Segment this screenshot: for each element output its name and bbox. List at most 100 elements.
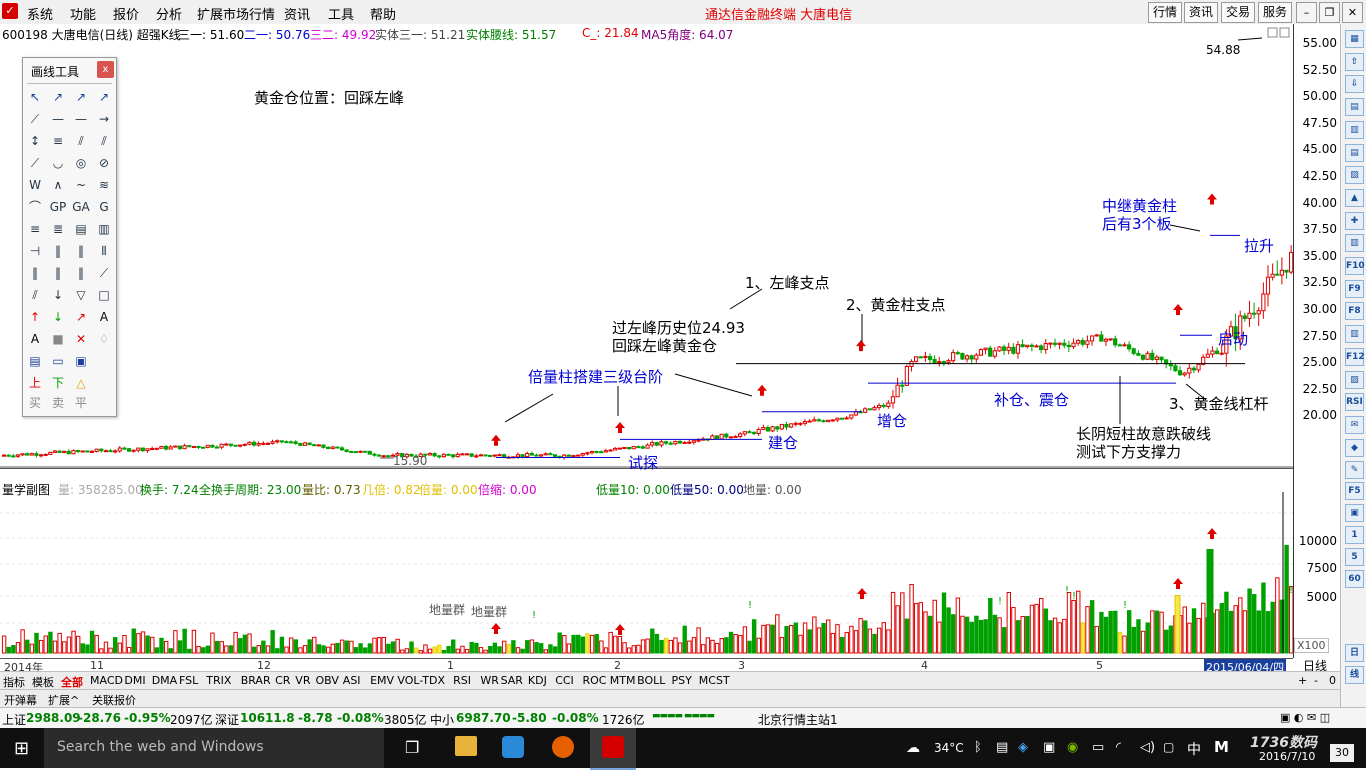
drawing-tool-icon[interactable]: 下 bbox=[49, 374, 67, 392]
toolbar-icon[interactable]: ▥ bbox=[1345, 325, 1364, 344]
drawing-tool-icon[interactable]: ≡ bbox=[26, 220, 44, 238]
windows-start-icon[interactable]: ⊞ bbox=[14, 738, 29, 759]
indicator-tab-vol-tdx[interactable]: VOL-TDX bbox=[397, 674, 445, 687]
drawing-tool-icon[interactable]: — bbox=[49, 110, 67, 128]
toolbar-icon[interactable]: RSI bbox=[1345, 393, 1364, 412]
toolbar-icon[interactable]: ⇩ bbox=[1345, 75, 1364, 94]
drawing-tool-icon[interactable]: ⫽ bbox=[26, 286, 44, 304]
drawing-tool-icon[interactable]: W bbox=[26, 176, 44, 194]
drawing-tool-icon[interactable]: ♢ bbox=[95, 330, 113, 348]
drawing-tool-icon[interactable]: — bbox=[72, 110, 90, 128]
indicator-tab-mtm[interactable]: MTM bbox=[610, 674, 636, 687]
daily-period-icon[interactable]: 线 bbox=[1345, 666, 1364, 684]
menu-help[interactable]: 帮助 bbox=[370, 4, 396, 23]
indicator-tab-指标[interactable]: 指标 bbox=[3, 674, 25, 690]
toolbar-icon[interactable]: ◆ bbox=[1345, 438, 1364, 457]
indicator-tab-模板[interactable]: 模板 bbox=[32, 674, 54, 690]
drawing-tool-icon[interactable]: ‖ bbox=[26, 264, 44, 282]
drawing-tool-icon[interactable]: ⊘ bbox=[95, 154, 113, 172]
indicator-tab-trix[interactable]: TRIX bbox=[206, 674, 231, 687]
drawing-tool-icon[interactable]: 上 bbox=[26, 374, 44, 392]
status-icons[interactable]: ▣ ◐ ✉ ◫ bbox=[1280, 711, 1330, 724]
menu-extended-market[interactable]: 扩展市场行情 bbox=[197, 4, 275, 23]
trade-button[interactable]: 交易 bbox=[1221, 2, 1255, 23]
drawing-tool-icon[interactable]: ≣ bbox=[49, 220, 67, 238]
period-shortcut-icon[interactable]: 60 bbox=[1345, 570, 1364, 588]
menu-analysis[interactable]: 分析 bbox=[156, 4, 182, 23]
indicator-tab-dma[interactable]: DMA bbox=[152, 674, 178, 687]
drawing-tool-icon[interactable]: ‖ bbox=[49, 242, 67, 260]
drawing-tool-icon[interactable]: A bbox=[95, 308, 113, 326]
toolbar-icon[interactable]: ▥ bbox=[1345, 120, 1364, 139]
period-shortcut-icon[interactable]: F5 bbox=[1345, 482, 1364, 500]
toolbar-icon[interactable]: ✉ bbox=[1345, 415, 1364, 434]
drawing-tool-icon[interactable]: ◡ bbox=[49, 154, 67, 172]
flat-tool[interactable]: 平 bbox=[72, 394, 90, 412]
toolbar-icon[interactable]: ▤ bbox=[1345, 143, 1364, 162]
indicator-tab-sar[interactable]: SAR bbox=[501, 674, 523, 687]
indicator-zoom-button[interactable]: 0 bbox=[1329, 674, 1336, 687]
indicator-tab-brar[interactable]: BRAR bbox=[241, 674, 271, 687]
indicator-tab-asi[interactable]: ASI bbox=[343, 674, 361, 687]
period-shortcut-icon[interactable]: ▣ bbox=[1345, 504, 1364, 522]
volume-chart[interactable]: !!!!!!! 量学副图 量: 358285.00 换手: 7.24 全换手周期… bbox=[0, 478, 1293, 658]
drawing-tools-palette[interactable]: 画线工具 x ↖ ↗ ↗ ↗ ⟋ — — → ↕ ≡ ⫽ ⫽ ⟋ ◡ ◎ ⊘ W ∧ ~ ≋ ⌒ GP GA G ≡ ≣ ▤ ▥ ⊣ ‖ ‖… bbox=[22, 57, 117, 417]
toolbar-icon[interactable]: F10 bbox=[1345, 257, 1365, 275]
kline-canvas[interactable] bbox=[0, 24, 1293, 468]
drawing-tool-icon[interactable]: ▭ bbox=[49, 352, 67, 370]
app-logo-icon[interactable]: ✓ bbox=[2, 3, 18, 19]
drawing-tool-icon[interactable]: ▣ bbox=[72, 352, 90, 370]
drawing-tool-icon[interactable]: ⟋ bbox=[26, 110, 44, 128]
indicator-zoom-button[interactable]: + bbox=[1298, 674, 1307, 687]
news-button[interactable]: 资讯 bbox=[1184, 2, 1218, 23]
toolbar-icon[interactable]: ▦ bbox=[1345, 30, 1364, 48]
indicator-tab-wr[interactable]: WR bbox=[480, 674, 499, 687]
drawing-tool-icon[interactable]: ‖ bbox=[72, 242, 90, 260]
menu-system[interactable]: 系统 bbox=[27, 4, 53, 23]
drawing-tool-icon[interactable]: → bbox=[95, 110, 113, 128]
indicator-tab-emv[interactable]: EMV bbox=[370, 674, 394, 687]
toolbar-icon[interactable]: ⇧ bbox=[1345, 52, 1364, 71]
drawing-tool-icon[interactable]: □ bbox=[95, 286, 113, 304]
drawing-tool-icon[interactable]: ⟋ bbox=[95, 264, 113, 282]
tray-icon[interactable]: ▤ bbox=[996, 740, 1008, 755]
toolbar-icon[interactable]: ▨ bbox=[1345, 370, 1364, 389]
extend-tab[interactable]: 扩展^ bbox=[48, 692, 79, 708]
firefox-icon[interactable] bbox=[552, 736, 574, 758]
period-shortcut-icon[interactable]: 1 bbox=[1345, 526, 1364, 544]
app-icon[interactable] bbox=[502, 736, 524, 758]
indicator-tab-kdj[interactable]: KDJ bbox=[528, 674, 547, 687]
buy-tool[interactable]: 买 bbox=[26, 394, 44, 412]
volume-icon[interactable]: ◁) bbox=[1140, 740, 1155, 755]
menu-quote[interactable]: 报价 bbox=[113, 4, 139, 23]
indicator-tab-全部[interactable]: 全部 bbox=[61, 674, 83, 690]
weather-icon[interactable]: ☁ bbox=[906, 740, 920, 756]
toolbar-icon[interactable]: ✎ bbox=[1345, 461, 1364, 480]
ime-mode[interactable]: M bbox=[1214, 738, 1229, 756]
drawing-tool-icon[interactable]: GP bbox=[49, 198, 67, 216]
drawing-tool-icon[interactable]: ✕ bbox=[72, 330, 90, 348]
indicator-tab-vr[interactable]: VR bbox=[295, 674, 310, 687]
indicator-tab-obv[interactable]: OBV bbox=[316, 674, 339, 687]
drawing-tool-icon[interactable]: ⟋ bbox=[26, 154, 44, 172]
toolbar-icon[interactable]: F8 bbox=[1345, 302, 1364, 321]
notification-icon[interactable]: ▢ bbox=[1163, 740, 1174, 754]
toolbar-icon[interactable]: ▤ bbox=[1345, 98, 1364, 117]
drawing-tool-icon[interactable]: ∧ bbox=[49, 176, 67, 194]
menu-function[interactable]: 功能 bbox=[70, 4, 96, 23]
menu-news[interactable]: 资讯 bbox=[284, 4, 310, 23]
drawing-tool-icon[interactable]: ⊣ bbox=[26, 242, 44, 260]
drawing-tool-icon[interactable]: ⌒ bbox=[26, 198, 44, 216]
tray-app2-icon[interactable]: ▣ bbox=[1043, 740, 1055, 755]
nvidia-icon[interactable]: ◉ bbox=[1067, 740, 1078, 755]
danmu-tab[interactable]: 开弹幕 bbox=[4, 692, 37, 708]
daily-period-icon[interactable]: 日 bbox=[1345, 644, 1364, 662]
drawing-tool-icon[interactable]: ≡ bbox=[49, 132, 67, 150]
minimize-icon[interactable]: – bbox=[1296, 2, 1317, 23]
drawing-tool-icon[interactable]: ⫽ bbox=[72, 132, 90, 150]
bluetooth-icon[interactable]: ᛒ bbox=[974, 740, 982, 755]
indicator-tab-rsi[interactable]: RSI bbox=[453, 674, 471, 687]
drawing-tool-icon[interactable]: ◎ bbox=[72, 154, 90, 172]
drawing-tool-icon[interactable]: ~ bbox=[72, 176, 90, 194]
file-explorer-icon[interactable] bbox=[455, 736, 477, 756]
